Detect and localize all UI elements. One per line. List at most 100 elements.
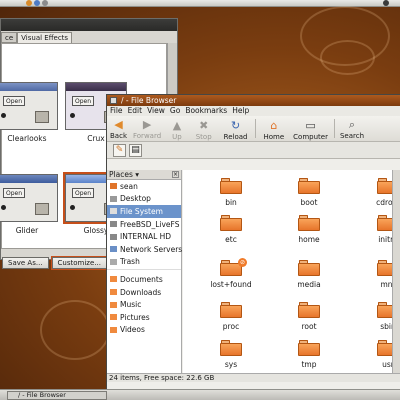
folder-icon (298, 215, 320, 231)
toolbar: ◀ Back ▶ Forward ▲ Up ✖ Stop ↻ Reload ⌂ Home ▭… (107, 116, 400, 142)
folder-icon (35, 203, 49, 215)
folder-icon (220, 340, 242, 356)
window-menu-icon[interactable] (110, 97, 117, 104)
theme-preview: Open (0, 82, 58, 130)
sidebar-item-downloads[interactable]: Downloads (107, 286, 181, 299)
menu-edit[interactable]: Edit (128, 106, 143, 116)
home-button[interactable]: ⌂ Home (258, 116, 289, 141)
theme-name: Glider (15, 226, 39, 235)
appearance-tabs: ce Visual Effects (1, 32, 73, 43)
drive-icon (110, 221, 117, 228)
theme-name: Clearlooks (7, 134, 47, 143)
theme-glider[interactable]: Open Glider (0, 174, 58, 236)
sidebar-item-network-servers[interactable]: Network Servers (107, 243, 182, 256)
reload-button[interactable]: ↻ Reload (218, 116, 254, 141)
folder-icon: ⊘ (220, 258, 247, 276)
file-item[interactable]: boot (279, 178, 339, 207)
file-item[interactable]: media (279, 260, 339, 289)
forward-button[interactable]: ▶ Forward (130, 116, 164, 141)
folder-icon (298, 260, 320, 276)
theme-preview: Open (0, 174, 58, 222)
folder-icon (110, 301, 117, 308)
file-item[interactable]: sys (201, 340, 261, 369)
menu-view[interactable]: View (147, 106, 165, 116)
tab-visual-effects[interactable]: Visual Effects (17, 32, 73, 43)
folder-icon (298, 340, 320, 356)
search-icon: ⌕ (348, 118, 356, 131)
file-item[interactable]: root (279, 302, 339, 331)
file-item[interactable]: bin (201, 178, 261, 207)
root-path-button[interactable]: ▤ (129, 144, 142, 157)
sidebar-item-internal-hd[interactable]: INTERNAL HD (107, 230, 181, 243)
folder-icon (298, 302, 320, 318)
file-item[interactable]: home (279, 215, 339, 244)
file-item[interactable]: etc (201, 215, 261, 244)
computer-button[interactable]: ▭ Computer (289, 116, 332, 141)
location-bar: ✎ ▤ (107, 142, 400, 159)
sidebar-item-sean[interactable]: sean (107, 180, 181, 193)
appearance-buttons: Save As... Customize... (2, 257, 107, 269)
menu-go[interactable]: Go (170, 106, 180, 116)
back-button[interactable]: ◀ Back (107, 116, 130, 141)
file-item[interactable]: ⊘ lost+found (201, 258, 261, 289)
sidebar-item-documents[interactable]: Documents (107, 273, 181, 286)
folder-icon (220, 302, 242, 318)
sidebar-item-file-system[interactable]: File System (107, 205, 181, 218)
power-icon[interactable] (383, 0, 389, 6)
menu-bookmarks[interactable]: Bookmarks (185, 106, 227, 116)
computer-icon: ▭ (305, 119, 316, 132)
theme-clearlooks[interactable]: Open Clearlooks (0, 82, 58, 144)
toolbar-separator (255, 119, 257, 138)
window-title: / - File Browser (121, 96, 177, 105)
restricted-emblem-icon: ⊘ (238, 258, 247, 267)
sidebar-separator (107, 268, 181, 271)
menu-help[interactable]: Help (232, 106, 249, 116)
forward-arrow-icon: ▶ (142, 118, 152, 131)
sidebar-item-desktop[interactable]: Desktop (107, 193, 181, 206)
folder-icon (110, 314, 117, 321)
menubar: File Edit View Go Bookmarks Help (107, 106, 400, 116)
sidebar-item-freebsd-livefs[interactable]: FreeBSD_LiveFS (107, 218, 181, 231)
file-item[interactable]: proc (201, 302, 261, 331)
network-icon (110, 246, 117, 253)
up-button[interactable]: ▲ Up (164, 116, 190, 141)
file-browser-window: / - File Browser File Edit View Go Bookm… (106, 94, 400, 392)
folder-icon (110, 289, 117, 296)
file-view[interactable]: bin boot cdrom etc home initrd ⊘ lost+fou… (183, 170, 400, 373)
folder-icon (110, 326, 117, 333)
help-icon[interactable] (34, 0, 40, 6)
taskbar-item-file-browser[interactable]: / - File Browser (7, 391, 107, 400)
places-sidebar: Places ▾ × sean Desktop File System Free… (107, 170, 182, 373)
sidebar-item-music[interactable]: Music (107, 298, 181, 311)
filesystem-icon (110, 208, 117, 215)
customize-button[interactable]: Customize... (51, 257, 107, 269)
sidebar-item-trash[interactable]: Trash (107, 256, 181, 269)
search-button[interactable]: ⌕ Search (337, 116, 367, 141)
sidebar-item-pictures[interactable]: Pictures (107, 311, 181, 324)
drive-icon (110, 233, 117, 240)
folder-icon (110, 276, 117, 283)
sidebar-item-videos[interactable]: Videos (107, 324, 181, 337)
save-as-button[interactable]: Save As... (2, 257, 49, 269)
file-view-scrollbar[interactable] (392, 170, 400, 373)
wallpaper-swirl (320, 40, 375, 75)
window-titlebar[interactable]: / - File Browser (107, 95, 400, 106)
folder-icon (220, 178, 242, 194)
folder-icon (220, 215, 242, 231)
wallpaper-swirl (40, 300, 110, 360)
close-sidebar-icon[interactable]: × (172, 171, 179, 178)
edit-location-button[interactable]: ✎ (113, 144, 126, 157)
up-arrow-icon: ▲ (172, 119, 182, 132)
lock-icon[interactable] (42, 0, 48, 6)
launcher-icon[interactable] (26, 0, 32, 6)
sidebar-header[interactable]: Places ▾ × (107, 170, 181, 180)
tab-interface[interactable]: ce (1, 32, 18, 43)
file-item[interactable]: tmp (279, 340, 339, 369)
menu-file[interactable]: File (110, 106, 123, 116)
stop-button[interactable]: ✖ Stop (190, 116, 218, 141)
reload-icon: ↻ (230, 119, 241, 132)
back-arrow-icon: ◀ (114, 118, 123, 131)
appearance-titlebar (1, 19, 177, 31)
status-bar: 24 items, Free space: 22.6 GB (107, 373, 400, 382)
bottom-panel: / - File Browser (0, 389, 400, 400)
